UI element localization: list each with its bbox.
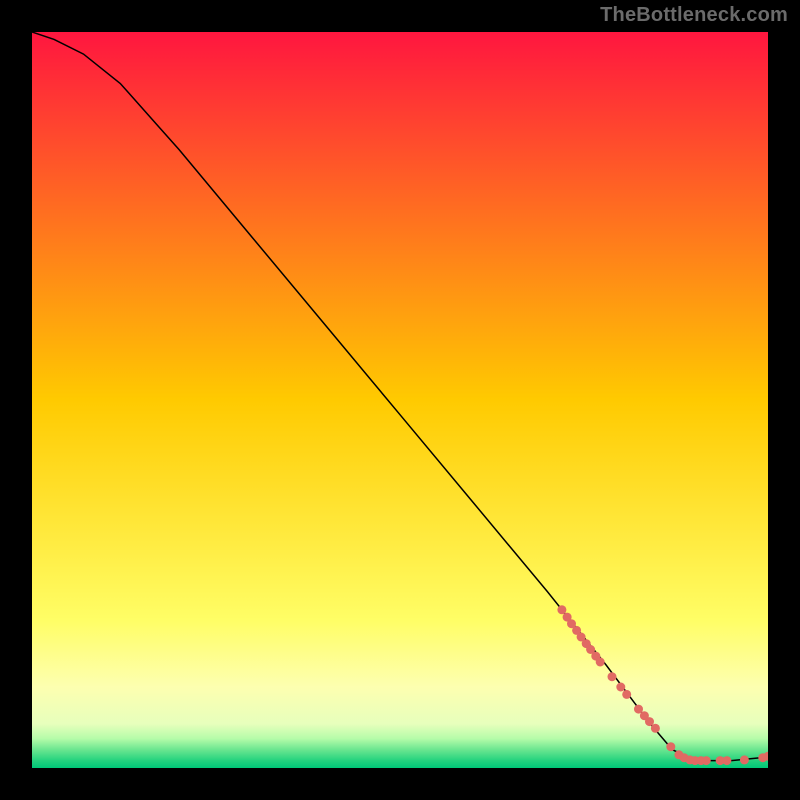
watermark-text: TheBottleneck.com [600, 4, 788, 27]
marker-point [622, 690, 631, 699]
marker-point [651, 724, 660, 733]
bottleneck-chart [32, 32, 768, 768]
marker-point [557, 605, 566, 614]
marker-point [616, 683, 625, 692]
marker-point [608, 672, 617, 681]
chart-background [32, 32, 768, 768]
marker-point [722, 756, 731, 765]
marker-point [596, 658, 605, 667]
marker-point [702, 756, 711, 765]
marker-point [666, 742, 675, 751]
marker-point [740, 755, 749, 764]
